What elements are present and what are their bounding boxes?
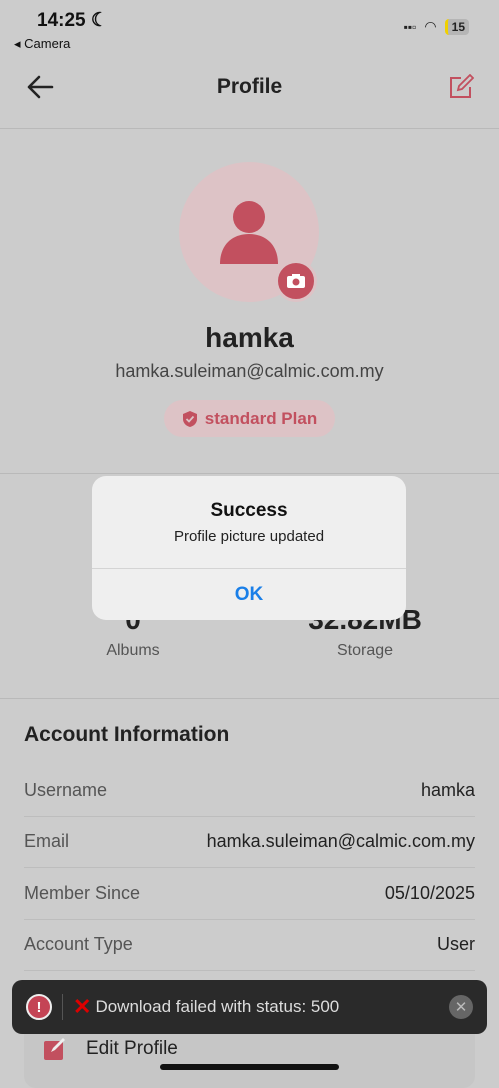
row-value: User (436, 934, 475, 954)
cross-mark-icon: ✕ (73, 994, 92, 1019)
camera-icon (287, 274, 305, 288)
edit-profile-icon (44, 1038, 65, 1060)
row-label: Username (24, 780, 108, 800)
success-dialog: Success Profile picture updated OK (92, 476, 406, 620)
error-icon: ! (26, 994, 52, 1020)
stat-label: Storage (336, 642, 394, 659)
row-value: 05/10/2025 (384, 883, 475, 903)
row-value: hamka (420, 780, 475, 800)
row-label: Account Type (24, 934, 133, 954)
stat-label: Albums (106, 642, 160, 659)
divider (0, 473, 499, 474)
account-row-username: Username hamka (24, 765, 475, 817)
account-info-heading: Account Information (24, 723, 230, 746)
status-time: 14:25 ☾ (37, 10, 108, 31)
plan-label: standard Plan (204, 408, 318, 428)
error-toast: ! ✕ Download failed with status: 500 ✕ (12, 980, 487, 1034)
plan-badge: standard Plan (164, 400, 335, 437)
profile-email: hamka.suleiman@calmic.com.my (115, 361, 384, 381)
moon-icon: ☾ (90, 10, 108, 31)
battery-icon: 15 (444, 18, 469, 35)
divider (0, 128, 499, 129)
row-value: hamka.suleiman@calmic.com.my (206, 831, 475, 851)
ok-button[interactable]: OK (92, 569, 406, 620)
page-title: Profile (216, 75, 283, 98)
change-photo-button[interactable] (275, 260, 317, 302)
close-icon[interactable]: ✕ (449, 995, 473, 1019)
account-row-type: Account Type User (24, 919, 475, 971)
row-label: Email (24, 831, 70, 851)
edit-icon[interactable] (448, 73, 475, 105)
divider (62, 994, 63, 1020)
toast-message: Download failed with status: 500 (95, 997, 340, 1016)
divider (0, 698, 499, 699)
edit-profile-button[interactable]: Edit Profile (44, 1038, 178, 1060)
signal-icon: ▪▪▫ (403, 19, 417, 34)
dialog-title: Success (210, 500, 288, 521)
back-to-app-link[interactable]: ◂ Camera (14, 36, 70, 52)
account-row-email: Email hamka.suleiman@calmic.com.my (24, 816, 475, 868)
home-indicator[interactable] (160, 1064, 339, 1070)
dialog-message: Profile picture updated (173, 528, 325, 545)
status-icons: ▪▪▫ ◠ 15 (404, 18, 469, 35)
edit-profile-label: Edit Profile (86, 1038, 178, 1059)
account-row-member-since: Member Since 05/10/2025 (24, 868, 475, 920)
shield-check-icon (182, 410, 197, 427)
row-label: Member Since (24, 883, 141, 903)
wifi-icon: ◠ (424, 18, 437, 34)
profile-name: hamka (205, 322, 294, 353)
